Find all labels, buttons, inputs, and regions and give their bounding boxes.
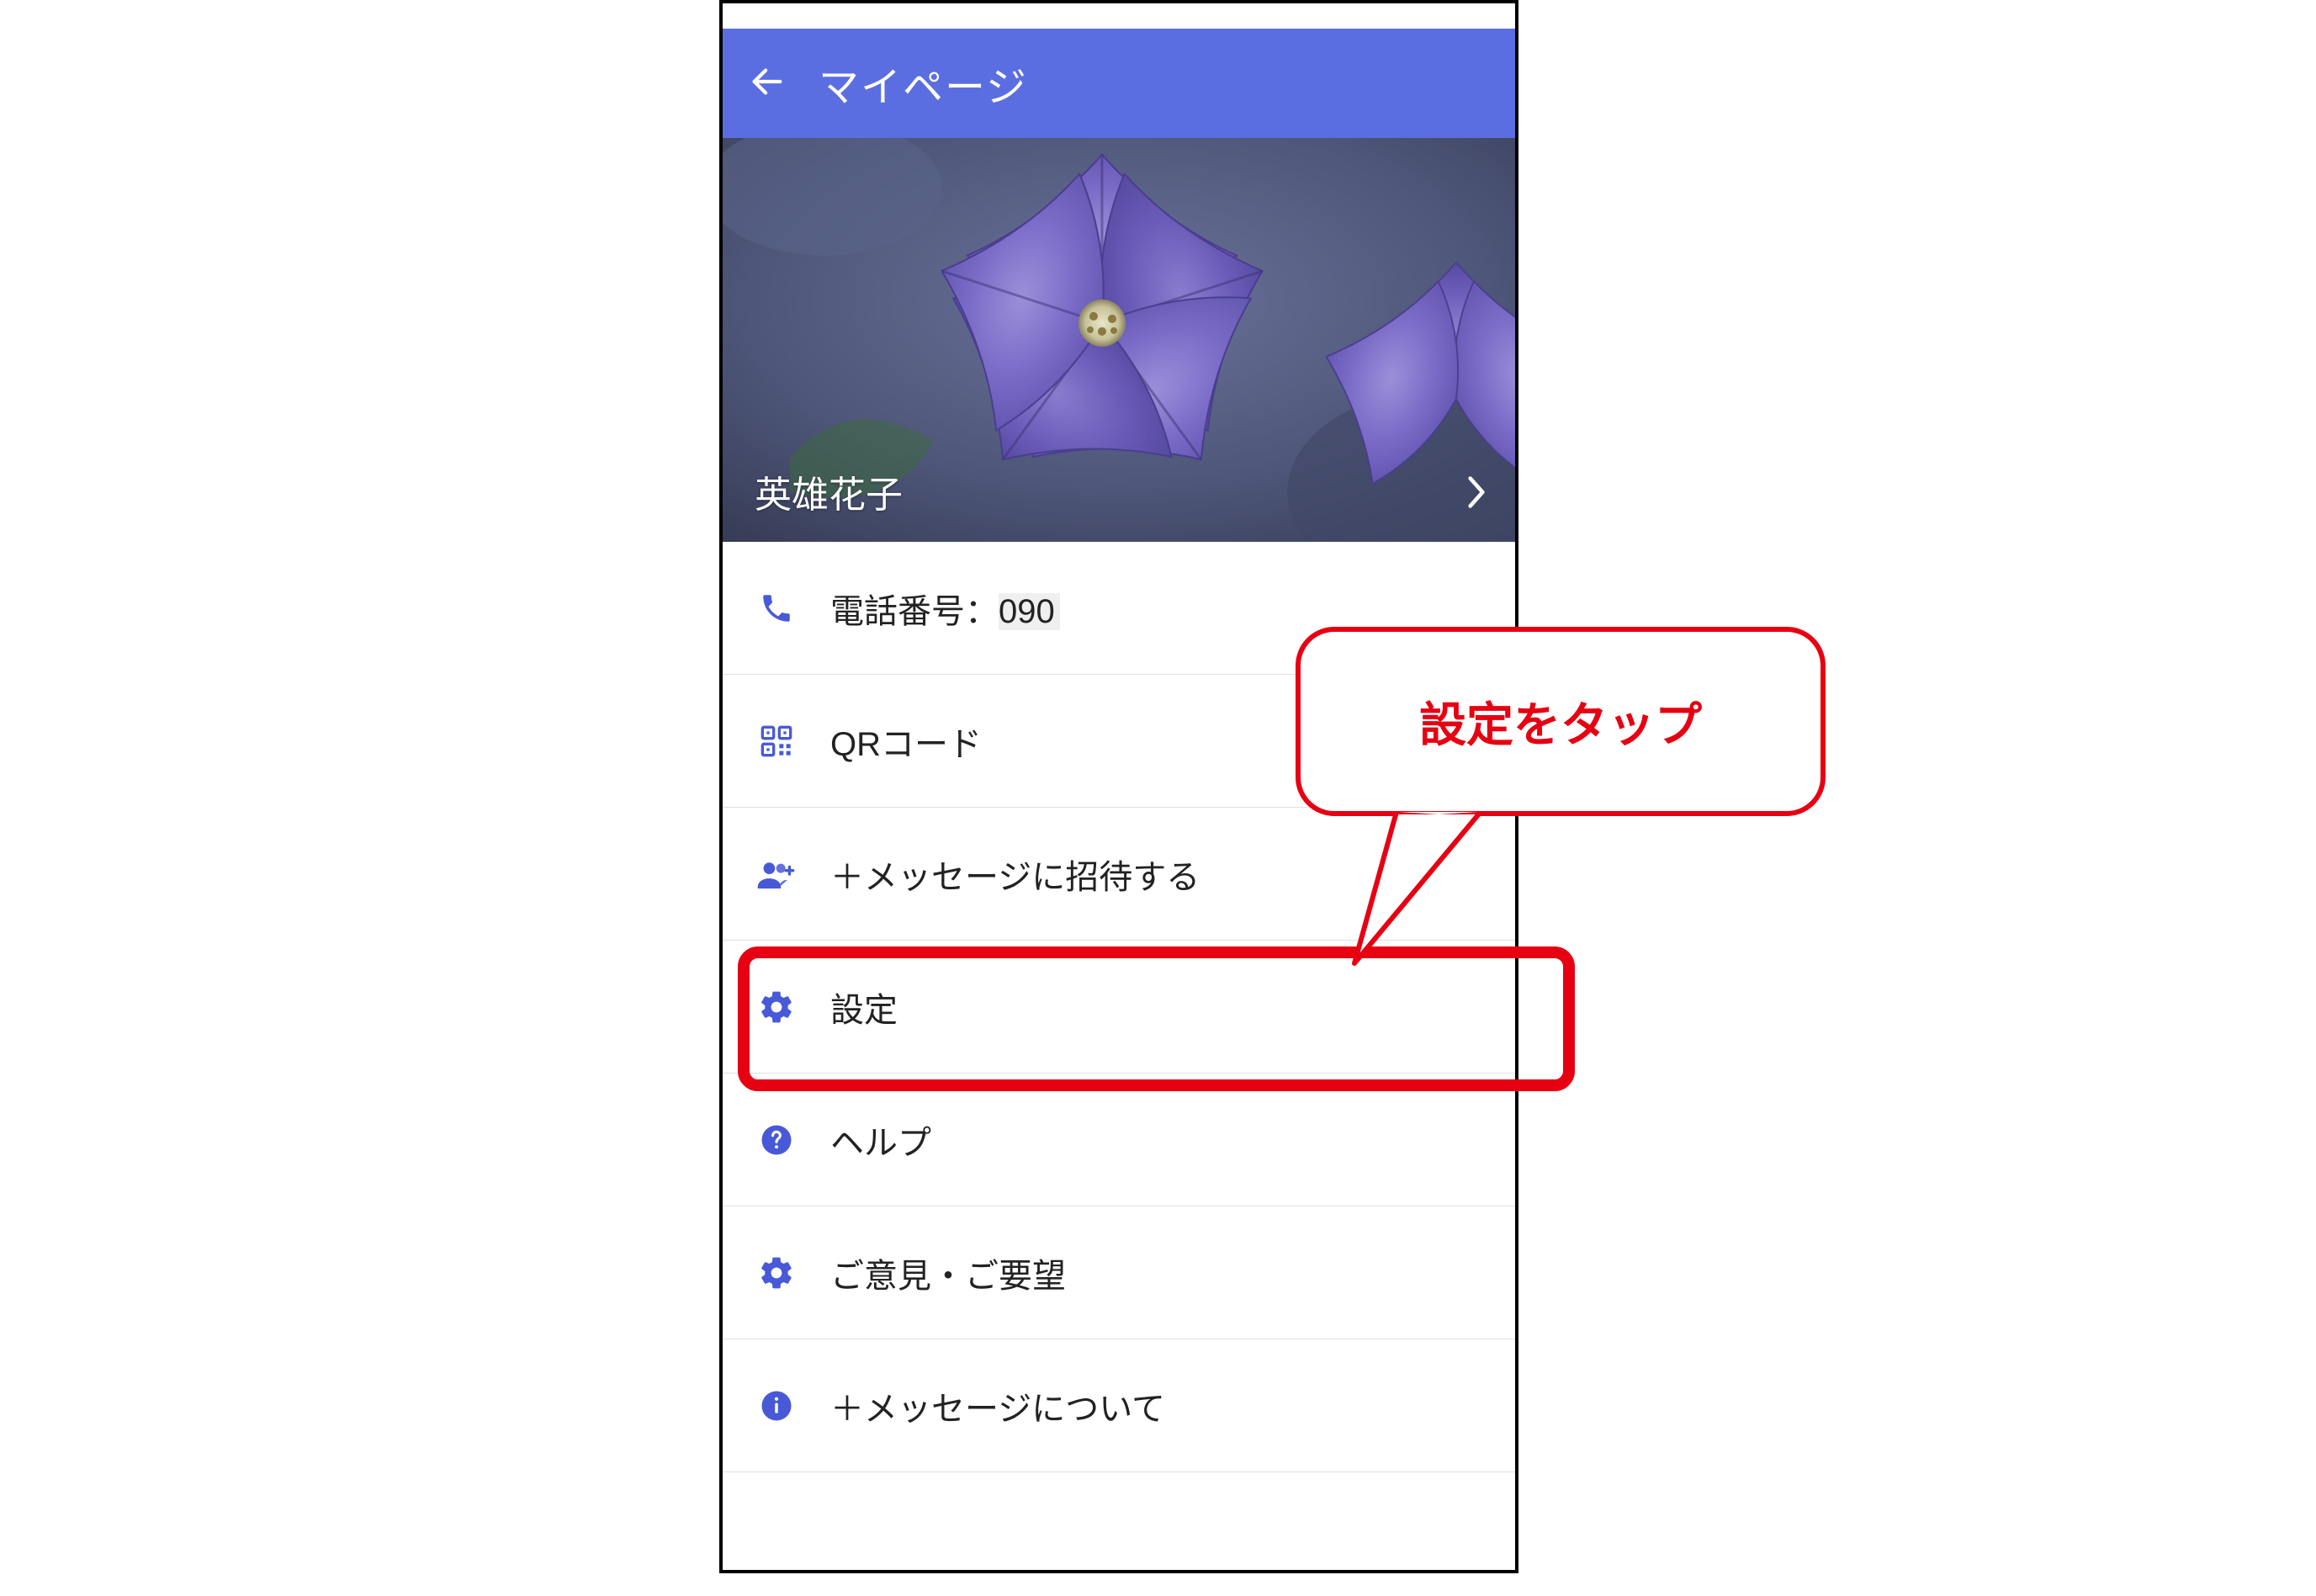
- feedback-label: ご意見・ご要望: [830, 1249, 1066, 1297]
- chevron-right-icon: [1465, 474, 1488, 515]
- status-bar: [723, 3, 1515, 29]
- menu-item-feedback[interactable]: ご意見・ご要望: [723, 1206, 1515, 1339]
- help-label: ヘルプ: [830, 1116, 931, 1164]
- help-icon: [756, 1120, 797, 1160]
- invite-label: ＋メッセージに招待する: [830, 850, 1200, 899]
- menu-item-help[interactable]: ヘルプ: [723, 1074, 1515, 1206]
- phone-number: 090: [999, 593, 1060, 630]
- settings-label: 設定: [830, 983, 898, 1031]
- app-bar: マイページ: [723, 29, 1515, 138]
- gear-icon: [756, 987, 797, 1027]
- phone-icon: [756, 588, 797, 628]
- qr-label: QRコード: [830, 717, 982, 766]
- menu-item-about[interactable]: ＋メッセージについて: [723, 1339, 1515, 1472]
- callout-tail-icon: [1346, 812, 1497, 980]
- info-icon: [756, 1386, 797, 1426]
- page-title: マイページ: [819, 54, 1028, 113]
- back-arrow-icon[interactable]: [748, 62, 787, 105]
- profile-header[interactable]: 英雄花子: [723, 138, 1515, 542]
- about-label: ＋メッセージについて: [830, 1381, 1165, 1430]
- callout-text: 設定をタップ: [1419, 687, 1702, 756]
- profile-name: 英雄花子: [755, 464, 903, 518]
- gear-icon: [756, 1253, 797, 1293]
- phone-label-prefix: 電話番号：: [830, 593, 999, 630]
- qr-code-icon: [756, 721, 797, 761]
- instruction-callout: 設定をタップ: [1296, 627, 1826, 816]
- phone-label: 電話番号：090: [830, 584, 1060, 633]
- invite-people-icon: [756, 854, 797, 894]
